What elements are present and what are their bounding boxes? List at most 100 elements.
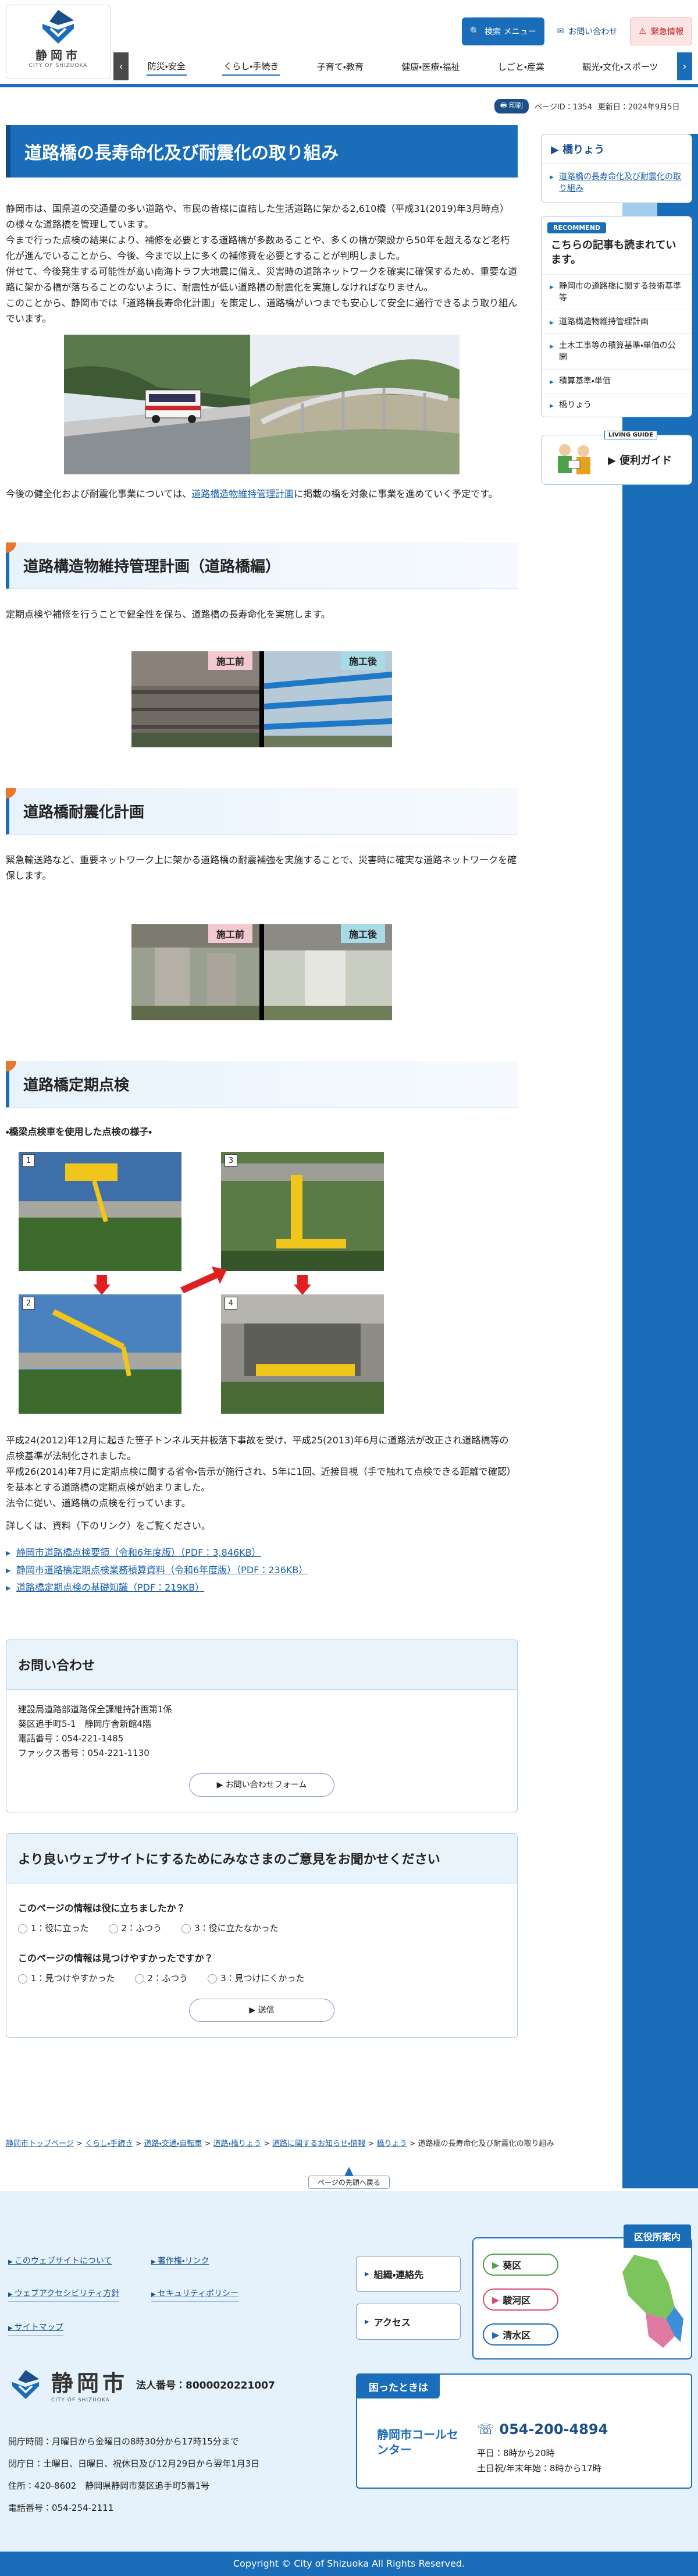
inspection-step-4: 4 xyxy=(221,1294,384,1414)
nav-item-kankou[interactable]: 観光・文化・スポーツ xyxy=(581,58,659,75)
survey-q1-option-3[interactable]: 3：役に立たなかった xyxy=(181,1921,279,1936)
breadcrumb-item[interactable]: 道路・橋りょう xyxy=(213,2139,261,2148)
nav-item-kenkou[interactable]: 健康・医療・福祉 xyxy=(400,58,461,75)
ward-office-title: 区役所案内 xyxy=(623,2224,691,2248)
print-button[interactable]: 🖶 印刷 xyxy=(494,99,529,113)
bridge-bus-photo xyxy=(64,335,250,474)
search-menu-label: 検索 メニュー xyxy=(485,27,536,37)
logo-name: 静岡市 xyxy=(35,48,81,62)
access-button[interactable]: アクセス xyxy=(356,2304,461,2340)
contact-address: 葵区追手町5-1 静岡庁舎新館4階 xyxy=(18,1719,152,1729)
nav-prev-button[interactable]: ‹ xyxy=(113,52,129,80)
survey-q2-option-3[interactable]: 3：見つけにくかった xyxy=(208,1971,304,1986)
inspection-step-1: 1 xyxy=(19,1152,181,1271)
contact-label: お問い合わせ xyxy=(568,27,618,37)
breadcrumb-item[interactable]: 道路に関するお知らせ・情報 xyxy=(272,2139,365,2148)
before-repair-photo: 施工前 xyxy=(131,651,259,747)
step-number-3: 3 xyxy=(225,1154,237,1167)
site-logo[interactable]: 静岡市 CITY OF SHIZUOKA xyxy=(6,5,111,79)
search-menu-button[interactable]: 🔍 検索 メニュー xyxy=(461,17,544,45)
site-header: 静岡市 CITY OF SHIZUOKA 🔍 検索 メニュー ✉ お問い合わせ … xyxy=(0,0,698,87)
sidebar-current-item[interactable]: 道路橋の長寿命化及び耐震化の取り組み xyxy=(542,164,692,203)
footer-link-security[interactable]: セキュリティポリシー xyxy=(151,2287,239,2302)
step-number-2: 2 xyxy=(22,1297,35,1310)
radio-icon xyxy=(134,1974,144,1984)
call-center-number: 054-200-4894 xyxy=(499,2421,608,2437)
inspection-text-1: 平成24(2012)年12月に起きた笹子トンネル天井板落下事故を受け、平成25(… xyxy=(6,1435,509,1461)
phone-icon: ☏ xyxy=(477,2421,500,2437)
living-guide-button[interactable]: LIVING GUIDE ▶ 便利ガイド xyxy=(541,431,692,485)
survey-submit-button[interactable]: ▶ 送信 xyxy=(189,1999,334,2022)
survey-q2-option-2[interactable]: 2：ふつう xyxy=(134,1971,188,1986)
bridge-photos xyxy=(6,335,518,474)
recommend-item[interactable]: 土木工事等の積算基準・単価の公開 xyxy=(542,333,692,369)
contact-button[interactable]: ✉ お問い合わせ xyxy=(549,17,626,45)
current-page-link[interactable]: 道路橋の長寿命化及び耐震化の取り組み xyxy=(559,172,681,193)
survey-q2-option-1[interactable]: 1：見つけやすかった xyxy=(18,1971,115,1986)
plan-suffix: に掲載の橋を対象に事業を進めていく予定です。 xyxy=(294,488,498,499)
ward-shimizu-button[interactable]: ▶ 清水区 xyxy=(483,2323,558,2346)
after-repair-photo: 施工後 xyxy=(263,651,393,747)
category-heading[interactable]: ▶ 橋りょう xyxy=(542,134,692,164)
ward-aoi-label: 葵区 xyxy=(503,2260,522,2271)
breadcrumb-item[interactable]: 道路・交通・自転車 xyxy=(144,2139,202,2148)
contact-body: 建設局道路部道路保全課維持計画第1係 葵区追手町5-1 静岡庁舎新館4階 電話番… xyxy=(6,1690,517,1812)
survey-q1-option-1[interactable]: 1：役に立った xyxy=(18,1921,89,1936)
logo-sub: CITY OF SHIZUOKA xyxy=(29,63,88,69)
ward-aoi-button[interactable]: ▶ 葵区 xyxy=(483,2254,558,2276)
hours-weekday: 平日：8時から20時 xyxy=(477,2448,555,2458)
living-guide-title: 便利ガイド xyxy=(619,455,672,467)
footer-link-copyright[interactable]: 著作権・リンク xyxy=(151,2255,209,2269)
survey-heading: より良いウェブサイトにするためにみなさまのご意見をお聞かせください xyxy=(6,1834,517,1883)
footer-link-sitemap[interactable]: サイトマップ xyxy=(8,2321,63,2336)
breadcrumb-item[interactable]: くらし・手続き xyxy=(85,2139,133,2148)
seismic-divider xyxy=(259,924,264,1020)
seismic-after-photo: 施工後 xyxy=(264,924,392,1020)
inspection-manual-link[interactable]: 静岡市道路橋点検要領（令和6年度版）（PDF：3,846KB） xyxy=(16,1547,261,1558)
footer-link-about[interactable]: このウェブサイトについて xyxy=(8,2255,112,2269)
shizuoka-emblem-icon xyxy=(42,10,74,44)
nav-item-kosodate[interactable]: 子育て・教育 xyxy=(316,58,365,75)
footer-logo: 静岡市 CITY OF SHIZUOKA 法人番号：8000020221007 xyxy=(8,2365,275,2403)
contact-form-button[interactable]: ▶ お問い合わせフォーム xyxy=(189,1773,334,1797)
mail-icon: ✉ xyxy=(557,27,564,36)
breadcrumb-item[interactable]: 静岡市トップページ xyxy=(6,2139,74,2148)
chevron-up-icon: ▲ xyxy=(344,2163,354,2177)
office-hours: 開庁時間：月曜日から金曜日の8時30分から17時15分まで xyxy=(8,2436,239,2447)
nav-next-button[interactable]: › xyxy=(677,52,692,80)
after-tag: 施工後 xyxy=(340,651,385,670)
footer-logo-sub: CITY OF SHIZUOKA xyxy=(51,2397,110,2403)
survey-q1-option-2[interactable]: 2：ふつう xyxy=(108,1921,162,1936)
survey-question-2: このページの情報は見つけやすかったですか？ xyxy=(18,1953,213,1964)
step-number-4: 4 xyxy=(225,1297,237,1310)
organization-button[interactable]: 組織・連絡先 xyxy=(356,2256,461,2292)
inspection-step-3-image xyxy=(221,1152,384,1271)
emergency-button[interactable]: ⚠ 緊急情報 xyxy=(630,17,692,45)
ward-suruga-button[interactable]: ▶ 駿河区 xyxy=(483,2288,558,2311)
radio-icon xyxy=(18,1924,27,1933)
recommend-item[interactable]: 橋りょう xyxy=(542,393,692,417)
page-info: 🖶 印刷 ページID：1354 更新日：2024年9月5日 xyxy=(494,99,679,113)
seismic-after-tag: 施工後 xyxy=(340,924,385,943)
office-closed-days: 閉庁日：土曜日、日曜日、祝休日及び12月29日から翌年1月3日 xyxy=(8,2458,260,2469)
site-footer: このウェブサイトについて 著作権・リンク ウェブアクセシビリティ方針 セキュリテ… xyxy=(0,2191,698,2552)
nav-item-kurashi[interactable]: くらし・手続き xyxy=(222,58,280,76)
nav-item-bousai[interactable]: 防災・安全 xyxy=(146,58,187,76)
contact-box: お問い合わせ 建設局道路部道路保全課維持計画第1係 葵区追手町5-1 静岡庁舎新… xyxy=(6,1640,518,1812)
footer-link-accessibility[interactable]: ウェブアクセシビリティ方針 xyxy=(8,2287,120,2302)
contact-form-label: お問い合わせフォーム xyxy=(225,1780,307,1790)
back-to-top-button[interactable]: ▲ ページの先頭へ戻る xyxy=(308,2165,390,2193)
maintenance-plan-link[interactable]: 道路構造物維持管理計画 xyxy=(191,488,294,499)
recommend-item[interactable]: 静岡市の道路橋に関する技術基準等 xyxy=(542,274,692,310)
recommend-item[interactable]: 積算基準・単価 xyxy=(542,369,692,393)
nav-item-shigoto[interactable]: しごと・産業 xyxy=(497,58,546,75)
search-icon: 🔍 xyxy=(469,27,480,36)
breadcrumb-item[interactable]: 橋りょう xyxy=(376,2139,407,2148)
call-center-phone[interactable]: ☏ 054-200-4894 xyxy=(477,2421,608,2437)
basic-knowledge-link[interactable]: 道路橋定期点検の基礎知識（PDF：219KB） xyxy=(16,1582,204,1593)
sidebar: ▶ 橋りょう 道路橋の長寿命化及び耐震化の取り組み RECOMMEND こちらの… xyxy=(541,134,692,485)
shizuoka-emblem-icon xyxy=(12,2369,40,2399)
recommend-item[interactable]: 道路構造物維持管理計画 xyxy=(542,310,692,333)
seismic-comparison: 施工前 施工後 xyxy=(6,924,518,1020)
estimate-document-link[interactable]: 静岡市道路橋定期点検業務積算資料（令和6年度版）（PDF：236KB） xyxy=(16,1564,308,1576)
